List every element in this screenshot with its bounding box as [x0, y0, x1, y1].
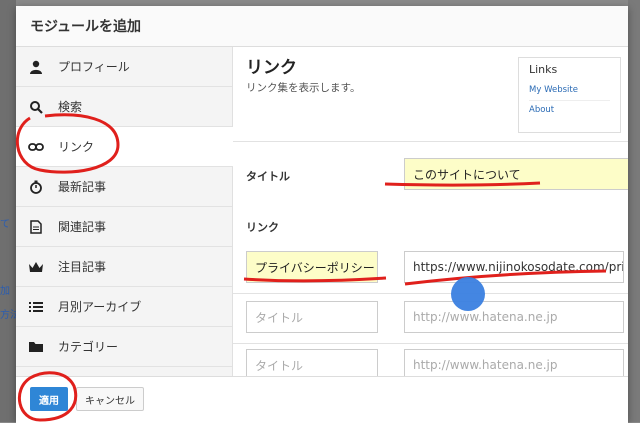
title-input[interactable]: このサイトについて: [404, 158, 628, 190]
links-label: リンク: [246, 221, 279, 234]
link-title-input[interactable]: プライバシーポリシー: [246, 251, 378, 283]
sidebar-item-monthly-archive[interactable]: 月別アーカイブ: [16, 287, 232, 327]
module-preview: Links My Website About: [518, 57, 621, 133]
document-icon: [28, 219, 44, 235]
module-title: リンク: [246, 58, 297, 78]
sidebar-item-recent-posts[interactable]: 最新記事: [16, 167, 232, 207]
title-label: タイトル: [246, 170, 290, 183]
sidebar-item-search[interactable]: 検索: [16, 87, 232, 127]
sidebar-item-category[interactable]: カテゴリー: [16, 327, 232, 367]
sidebar-item-featured-posts[interactable]: 注目記事: [16, 247, 232, 287]
sidebar-item-label: カテゴリー: [58, 340, 119, 354]
divider: [233, 141, 628, 142]
module-sidebar: プロフィール 検索 リンク 最新記事 関連記事 注目記事 月別アーカイブ カテゴ…: [16, 47, 233, 376]
link-icon: [28, 139, 44, 155]
sidebar-item-label: 検索: [58, 100, 83, 114]
link-title-input[interactable]: タイトル: [246, 349, 378, 376]
dialog-footer: 適用 キャンセル: [16, 376, 628, 423]
divider: [233, 293, 628, 294]
preview-link: My Website: [529, 85, 578, 95]
sidebar-item-label: 月別アーカイブ: [58, 300, 142, 314]
background-text: て: [0, 219, 10, 230]
link-url-input[interactable]: http://www.hatena.ne.jp: [404, 349, 624, 376]
folder-icon: [28, 339, 44, 355]
apply-button[interactable]: 適用: [30, 387, 68, 411]
sidebar-item-label: プロフィール: [58, 60, 130, 74]
add-module-dialog: モジュールを追加 プロフィール 検索 リンク 最新記事 関連記事 注目記事 月別…: [16, 6, 628, 423]
search-icon: [28, 99, 44, 115]
link-url-input[interactable]: https://www.nijinokosodate.com/privacy-p…: [404, 251, 624, 283]
link-title-input[interactable]: タイトル: [246, 301, 378, 333]
sidebar-item-profile[interactable]: プロフィール: [16, 47, 232, 87]
stopwatch-icon: [28, 179, 44, 195]
module-description: リンク集を表示します。: [246, 82, 361, 94]
background-link-text: 加: [0, 286, 10, 297]
dialog-title: モジュールを追加: [16, 6, 628, 47]
person-icon: [28, 59, 44, 75]
crown-icon: [28, 259, 44, 275]
sidebar-item-label: 最新記事: [58, 180, 107, 194]
preview-title: Links: [529, 63, 558, 76]
module-settings-panel: リンク リンク集を表示します。 Links My Website About タ…: [233, 47, 628, 376]
preview-link: About: [529, 100, 610, 120]
sidebar-item-related-posts[interactable]: 関連記事: [16, 207, 232, 247]
background-page-strip: [0, 0, 16, 422]
divider: [233, 343, 628, 344]
link-url-input[interactable]: http://www.hatena.ne.jp: [404, 301, 624, 333]
sidebar-item-label: 注目記事: [58, 260, 107, 274]
sidebar-item-label: 関連記事: [58, 220, 107, 234]
cancel-button[interactable]: キャンセル: [76, 387, 144, 411]
sidebar-item-link[interactable]: リンク: [16, 127, 233, 167]
list-icon: [28, 299, 44, 315]
sidebar-item-label: リンク: [58, 140, 95, 154]
background-page-right: [628, 0, 640, 422]
